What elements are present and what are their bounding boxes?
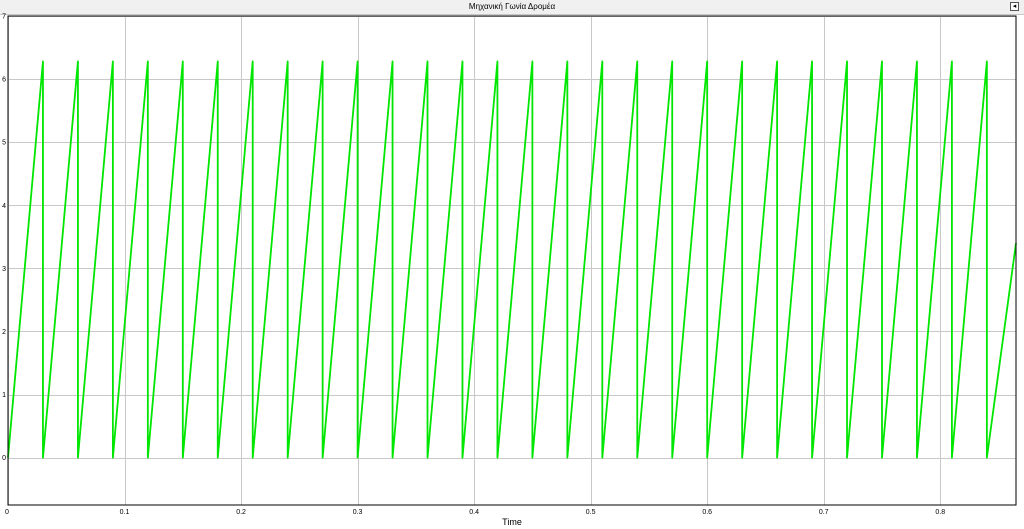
y-tick-label: 7: [2, 14, 6, 21]
x-tick-label: 0.5: [586, 509, 596, 516]
x-tick-label: 0.1: [120, 509, 130, 516]
y-tick-label: 0: [2, 455, 6, 462]
x-tick-label: 0.8: [935, 509, 945, 516]
y-tick-label: 1: [2, 392, 6, 399]
x-tick-label: 0.7: [819, 509, 829, 516]
y-tick-label: 5: [2, 140, 6, 147]
y-tick-label: 2: [2, 329, 6, 336]
x-axis-label: Time: [502, 517, 522, 527]
x-tick-labels: 0 0.1 0.2 0.3 0.4 0.5 0.6 0.7 0.8: [5, 509, 945, 516]
y-tick-label: 3: [2, 266, 6, 273]
y-tick-label: 6: [2, 77, 6, 84]
x-tick-label: 0.3: [353, 509, 363, 516]
x-tick-label: 0.2: [236, 509, 246, 516]
y-tick-labels: 0 1 2 3 4 5 6 7: [2, 14, 6, 463]
x-tick-label: 0.6: [702, 509, 712, 516]
chart-canvas: 0 0.1 0.2 0.3 0.4 0.5 0.6 0.7 0.8 0 1 2 3 4 5 6 7 Time: [2, 14, 1017, 527]
x-tick-label: 0: [5, 509, 9, 516]
x-tick-label: 0.4: [469, 509, 479, 516]
y-tick-label: 4: [2, 203, 6, 210]
